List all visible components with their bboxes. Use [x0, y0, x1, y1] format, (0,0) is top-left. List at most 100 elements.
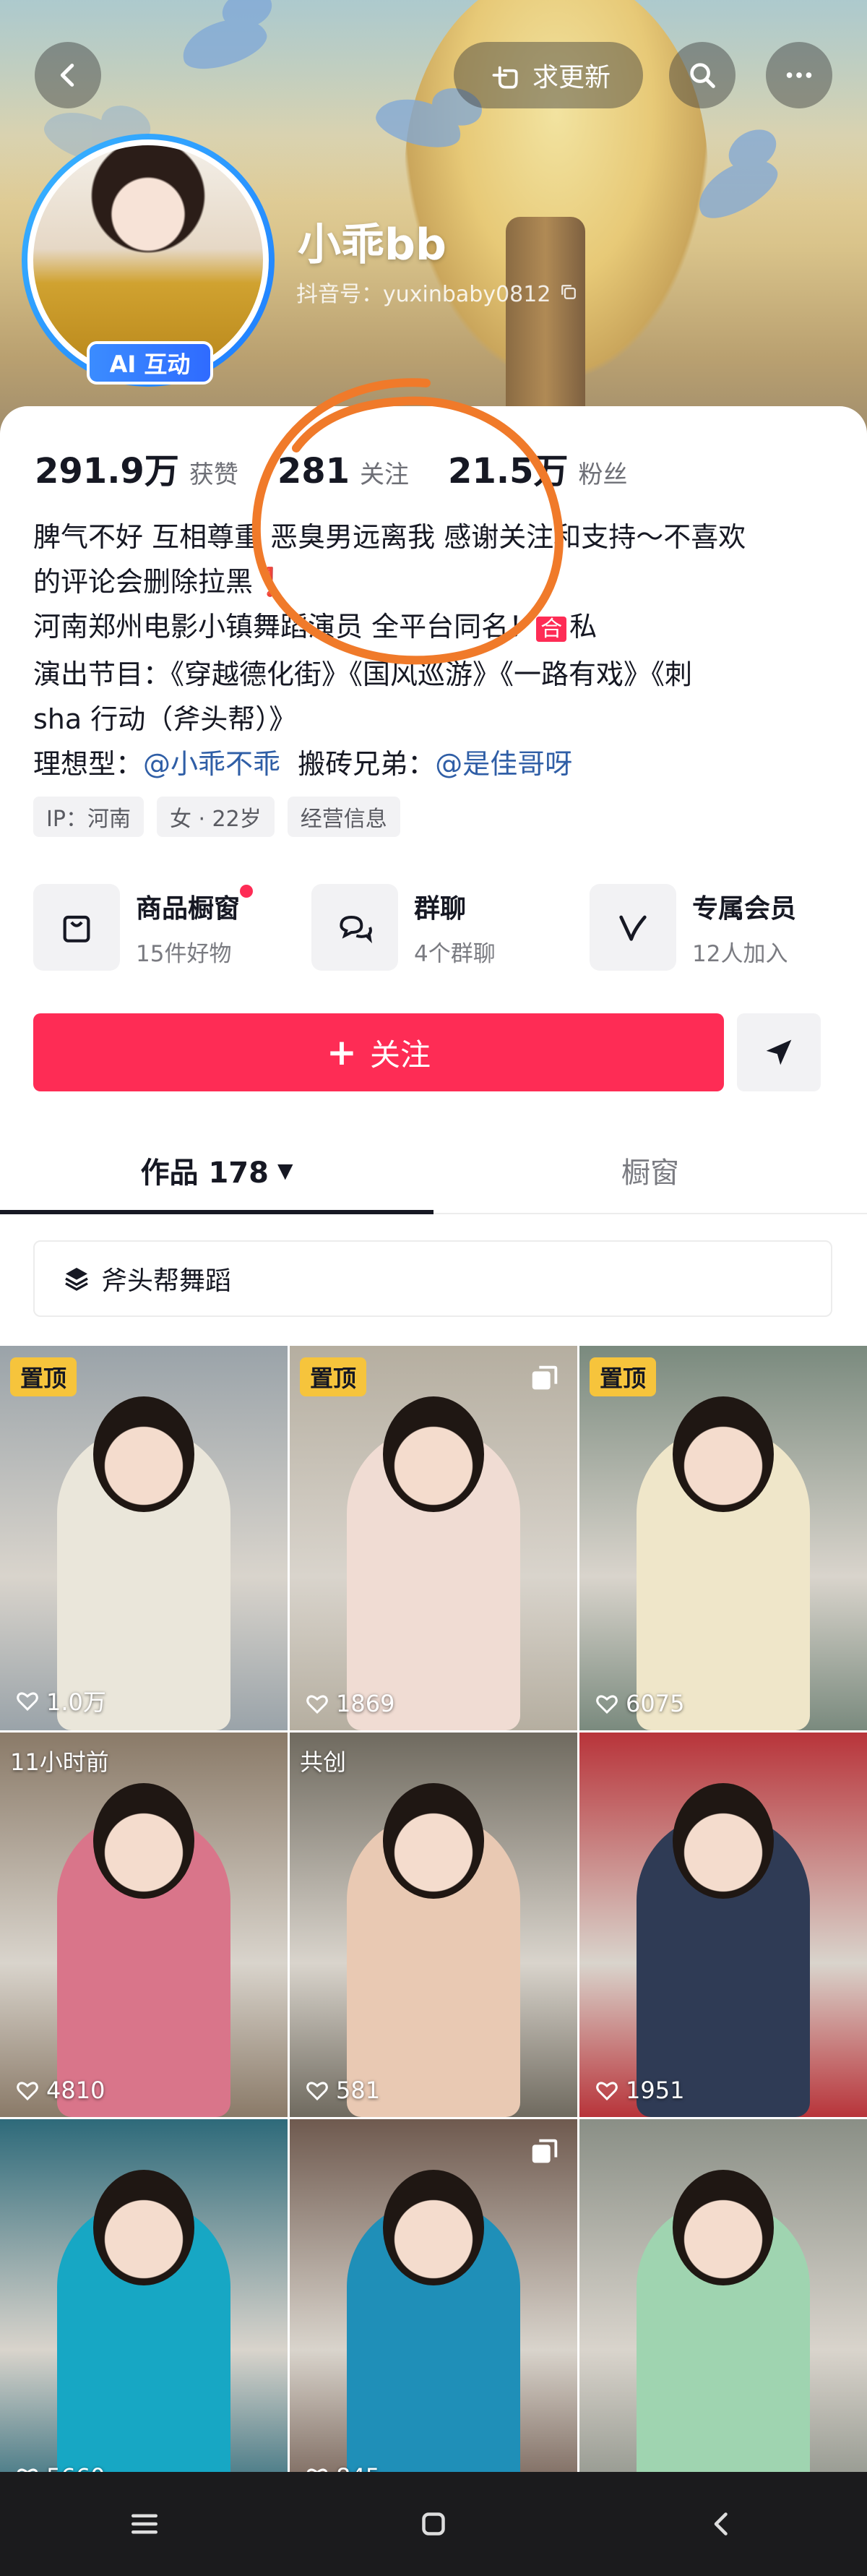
likes-count: 581 — [336, 2077, 381, 2104]
video-thumbnail[interactable]: 置顶 1.0万 — [0, 1346, 288, 1730]
following-stat[interactable]: 281 关注 — [277, 451, 409, 491]
heart-outline-icon — [306, 2082, 328, 2101]
profile-tabs: 作品 178 ▼ 橱窗 — [0, 1128, 867, 1214]
chat-bubbles-icon — [340, 916, 372, 944]
likes-count: 291.9万 — [35, 451, 179, 491]
likes-count: 1.0万 — [46, 1688, 106, 1716]
video-thumbnail[interactable]: 1951 — [579, 1733, 867, 2117]
bio-text: 搬砖兄弟： — [280, 748, 436, 780]
notification-dot — [240, 884, 254, 898]
tab-window-label: 橱窗 — [621, 1156, 679, 1190]
likes-count: 1869 — [336, 1690, 395, 1717]
shopping-bag-icon — [63, 915, 90, 943]
membership-sub: 12人加入 — [692, 940, 788, 967]
plus-icon: + — [327, 1031, 357, 1073]
collection-chip[interactable]: 斧头帮舞蹈 — [33, 1240, 832, 1317]
feature-entries: 商品橱窗 15件好物 群聊 4个群聊 专属会员 12人加入 — [33, 883, 835, 971]
followers-count: 21.5万 — [448, 451, 569, 491]
send-icon — [766, 1039, 792, 1065]
video-thumbnail[interactable]: 置顶 1869 — [290, 1346, 577, 1730]
membership-entry[interactable]: 专属会员 12人加入 — [590, 883, 835, 971]
likes-count: 4810 — [46, 2077, 105, 2104]
heart-outline-icon — [596, 1695, 618, 1714]
multi-image-icon — [532, 1365, 558, 1390]
shop-window-entry[interactable]: 商品橱窗 15件好物 — [33, 883, 279, 971]
video-thumbnail[interactable]: 11小时前 4810 — [0, 1733, 288, 2117]
video-likes: 1951 — [594, 2077, 684, 2104]
followers-stat[interactable]: 21.5万 粉丝 — [448, 442, 627, 493]
group-chat-entry[interactable]: 群聊 4个群聊 — [311, 883, 557, 971]
pinned-badge: 置顶 — [300, 1357, 367, 1396]
shop-window-sub: 15件好物 — [136, 940, 232, 967]
heart-outline-icon — [17, 2082, 38, 2101]
back-button[interactable] — [35, 42, 101, 108]
tab-works-label: 作品 178 — [140, 1156, 269, 1190]
video-likes: 581 — [304, 2077, 380, 2104]
follow-button[interactable]: + 关注 — [33, 1013, 724, 1091]
request-update-button[interactable]: 求更新 — [454, 42, 643, 108]
group-chat-title: 群聊 — [414, 893, 467, 924]
thumbnail-face — [383, 2170, 484, 2285]
mention-link[interactable]: @是佳哥呀 — [435, 748, 572, 780]
bio-line: 河南郑州电影小镇舞蹈演员 全平台同名！合私 — [33, 604, 842, 652]
menu-icon[interactable] — [125, 2504, 164, 2543]
caret-down-icon: ▼ — [277, 1158, 293, 1182]
thumbnail-face — [673, 2170, 774, 2285]
multi-image-icon — [532, 2139, 558, 2163]
mention-link[interactable]: @小乖不乖 — [143, 748, 280, 780]
more-dots-icon — [786, 72, 812, 78]
follow-label: 关注 — [369, 1036, 431, 1073]
video-label: 11小时前 — [10, 1748, 109, 1776]
more-button[interactable] — [766, 42, 832, 108]
gender-age-tag: 女 · 22岁 — [156, 797, 275, 837]
v-member-icon — [619, 915, 647, 941]
video-thumbnail[interactable]: 置顶 6075 — [579, 1346, 867, 1730]
likes-count: 1951 — [626, 2077, 685, 2104]
thumbnail-face — [93, 1783, 194, 1899]
video-label: 共创 — [300, 1748, 347, 1776]
profile-stats: 291.9万 获赞 281 关注 21.5万 粉丝 — [35, 442, 666, 493]
system-nav-bar — [0, 2472, 867, 2576]
message-button[interactable] — [737, 1013, 821, 1091]
thumbnail-face — [93, 2170, 194, 2285]
video-grid: 置顶 1.0万 置顶 1869 置顶 6075 11小时前 4810 共创 581 1951 5660… — [0, 1346, 867, 2504]
copy-icon — [561, 285, 577, 299]
bio-line: 演出节目：《穿越德化街》《国风巡游》《一路有戏》《刺 — [33, 658, 693, 690]
thumbnail-face — [383, 1396, 484, 1512]
likes-label: 获赞 — [189, 460, 238, 489]
home-square-icon[interactable] — [414, 2504, 453, 2543]
group-chat-sub: 4个群聊 — [414, 940, 496, 967]
nickname: 小乖bb — [298, 220, 447, 270]
video-thumbnail[interactable]: 845 — [290, 2119, 577, 2504]
business-info-tag[interactable]: 经营信息 — [287, 797, 400, 837]
back-nav-icon[interactable] — [703, 2504, 742, 2543]
pinned-badge: 置顶 — [10, 1357, 77, 1396]
video-thumbnail[interactable]: 5660 — [0, 2119, 288, 2504]
bio-text: 私 — [569, 611, 598, 643]
douyin-id[interactable]: 抖音号：yuxinbaby0812 — [296, 276, 579, 308]
following-count: 281 — [277, 451, 350, 491]
thumbnail-face — [383, 1783, 484, 1899]
collection-label: 斧头帮舞蹈 — [101, 1266, 232, 1296]
ip-location-tag: IP：河南 — [33, 797, 144, 837]
tab-window[interactable]: 橱窗 — [434, 1128, 867, 1213]
video-thumbnail[interactable]: 共创 581 — [290, 1733, 577, 2117]
ai-interact-badge[interactable]: AI 互动 — [87, 341, 213, 385]
pinned-badge: 置顶 — [590, 1357, 657, 1396]
thumbnail-face — [673, 1396, 774, 1512]
video-likes: 1.0万 — [14, 1684, 106, 1717]
layers-icon — [65, 1268, 88, 1291]
followers-label: 粉丝 — [578, 460, 628, 489]
video-thumbnail[interactable] — [579, 2119, 867, 2504]
bio-line: 的评论会删除拉黑❗ — [33, 559, 842, 604]
tab-works[interactable]: 作品 178 ▼ — [0, 1128, 434, 1214]
heart-outline-icon — [17, 1692, 38, 1712]
likes-stat[interactable]: 291.9万 获赞 — [35, 442, 238, 493]
bio-text: 河南郑州电影小镇舞蹈演员 全平台同名！ — [33, 611, 537, 643]
cooperation-emoji: 合 — [536, 617, 567, 642]
search-button[interactable] — [669, 42, 736, 108]
shop-window-title: 商品橱窗 — [136, 893, 241, 924]
video-likes: 1869 — [304, 1690, 394, 1717]
bio-text: 的评论会删除拉黑 — [33, 566, 254, 598]
following-label: 关注 — [360, 460, 410, 489]
